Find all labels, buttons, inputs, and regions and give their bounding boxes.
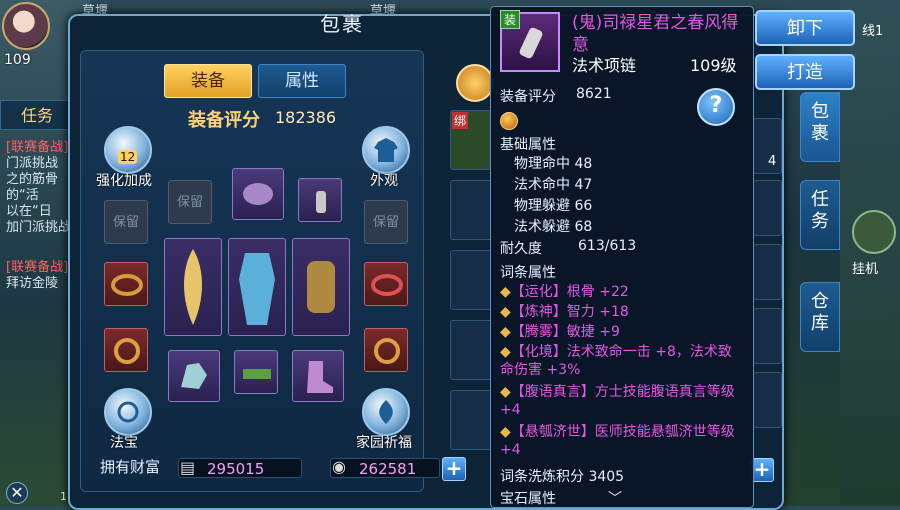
affix-title: 词条属性: [500, 265, 556, 281]
affix-row: ◆【腾雾】敏捷 +9: [500, 324, 620, 340]
ring-icon: [374, 338, 400, 364]
equip-score-value: 182386: [275, 108, 337, 127]
basic-attr-title: 基础属性: [500, 137, 556, 153]
money-coin: 262581: [330, 458, 440, 478]
equip-score-label: 装备评分: [188, 110, 260, 131]
item-score-label: 装备评分: [500, 89, 556, 105]
player-avatar[interactable]: [2, 2, 50, 50]
weapon-icon: [184, 249, 202, 325]
necklace-slot[interactable]: [298, 178, 342, 222]
vase-icon: [379, 400, 393, 424]
bag-title: 包裹: [320, 12, 364, 36]
silver-icon: ▤: [180, 458, 196, 477]
necklace-pendant-icon: [519, 27, 543, 59]
necklace-icon: [316, 191, 326, 213]
armor-icon: [239, 253, 275, 325]
ring-slot-right[interactable]: [364, 328, 408, 372]
shirt-icon: [374, 138, 398, 162]
bracelet-slot-right[interactable]: [364, 262, 408, 306]
bracelet-icon: [371, 274, 403, 296]
unequip-button[interactable]: 卸下: [755, 10, 855, 46]
appearance-button[interactable]: [362, 126, 410, 174]
basic-attr-row: 物理命中 48: [514, 156, 593, 172]
grid-item[interactable]: [750, 180, 782, 236]
tab-attributes[interactable]: 属性: [258, 64, 346, 98]
gloves-icon: [181, 363, 207, 389]
durability-value: 613/613: [578, 238, 637, 254]
player-level: 109: [4, 52, 31, 68]
item-score-value: 8621: [576, 86, 612, 102]
hangup-label: 挂机: [852, 262, 879, 277]
helmet-icon: [243, 183, 273, 205]
bracer-slot[interactable]: [292, 238, 350, 336]
equipped-badge: 装: [500, 10, 521, 29]
ring-slot-left[interactable]: [104, 328, 148, 372]
treasure-icon: [117, 401, 139, 423]
grid-item[interactable]: [750, 244, 782, 300]
item-name: (鬼)司禄星君之春风得意: [572, 13, 739, 55]
gem-attr-title: 宝石属性: [500, 491, 556, 507]
gear-icon[interactable]: [456, 64, 494, 102]
tab-bag[interactable]: 包 裹: [800, 92, 840, 162]
wealth-label: 拥有财富: [100, 458, 161, 476]
ring-icon: [114, 338, 140, 364]
tab-equipment[interactable]: 装备: [164, 64, 252, 98]
bracer-icon: [307, 261, 335, 313]
basic-attr-row: 物理躲避 66: [514, 198, 593, 214]
item-type: 法术项链: [572, 56, 637, 75]
reserve-slot-3[interactable]: 保留: [364, 200, 408, 244]
item-level: 109级: [690, 56, 737, 75]
affix-row: ◆【腹语真言】方士技能腹语真言等级 +4: [500, 384, 735, 418]
bracelet-icon: [111, 274, 143, 296]
help-icon[interactable]: ?: [697, 88, 735, 126]
money-silver: 295015: [178, 458, 302, 478]
forge-button[interactable]: 打造: [755, 54, 855, 90]
home-blessing-label: 家园祈福: [356, 435, 412, 451]
grid-item[interactable]: [750, 308, 782, 364]
tab-warehouse[interactable]: 仓 库: [800, 282, 840, 352]
belt-slot[interactable]: [234, 350, 278, 394]
treasure-button[interactable]: [104, 388, 152, 436]
coin-icon: ◉: [332, 457, 346, 476]
bound-badge: 绑: [452, 112, 469, 129]
home-blessing-button[interactable]: [362, 388, 410, 436]
chevron-down-icon[interactable]: ﹀: [608, 488, 622, 508]
close-icon[interactable]: ✕: [6, 482, 28, 504]
reserve-slot-1[interactable]: 保留: [168, 180, 212, 224]
affix-row: ◆【化境】法术致命一击 +8，法术致命伤害 +3%: [500, 344, 732, 378]
grid-item[interactable]: [750, 372, 782, 428]
refine-score-label: 词条洗炼积分 3405: [500, 469, 625, 485]
weapon-slot[interactable]: [164, 238, 222, 336]
grid-item[interactable]: [750, 118, 782, 174]
boots-slot[interactable]: [292, 350, 344, 402]
reserve-slot-2[interactable]: 保留: [104, 200, 148, 244]
bracelet-slot-left[interactable]: [104, 262, 148, 306]
appearance-label: 外观: [370, 173, 398, 189]
grid-item-count: 4: [768, 154, 777, 169]
treasure-label: 法宝: [110, 435, 138, 451]
affix-row: ◆【炼神】智力 +18: [500, 304, 629, 320]
belt-icon: [243, 369, 271, 379]
tab-task[interactable]: 任 务: [800, 180, 840, 250]
line-label: 线1: [862, 24, 884, 39]
affix-row: ◆【悬瓠济世】医师技能悬瓠济世等级 +4: [500, 424, 735, 458]
gloves-slot[interactable]: [168, 350, 220, 402]
enhance-count: 12: [118, 150, 138, 164]
add-money-button[interactable]: +: [442, 457, 466, 481]
boots-icon: [307, 361, 333, 393]
hangup-icon[interactable]: [852, 210, 896, 254]
durability-label: 耐久度: [500, 241, 542, 257]
enhance-label: 强化加成: [96, 173, 152, 189]
enhance-button[interactable]: 12: [104, 126, 152, 174]
basic-attr-row: 法术躲避 68: [514, 219, 593, 235]
helmet-slot[interactable]: [232, 168, 284, 220]
armor-slot[interactable]: [228, 238, 286, 336]
basic-attr-row: 法术命中 47: [514, 177, 593, 193]
affix-row: ◆【运化】根骨 +22: [500, 284, 629, 300]
gem-socket-icon: [500, 112, 518, 130]
